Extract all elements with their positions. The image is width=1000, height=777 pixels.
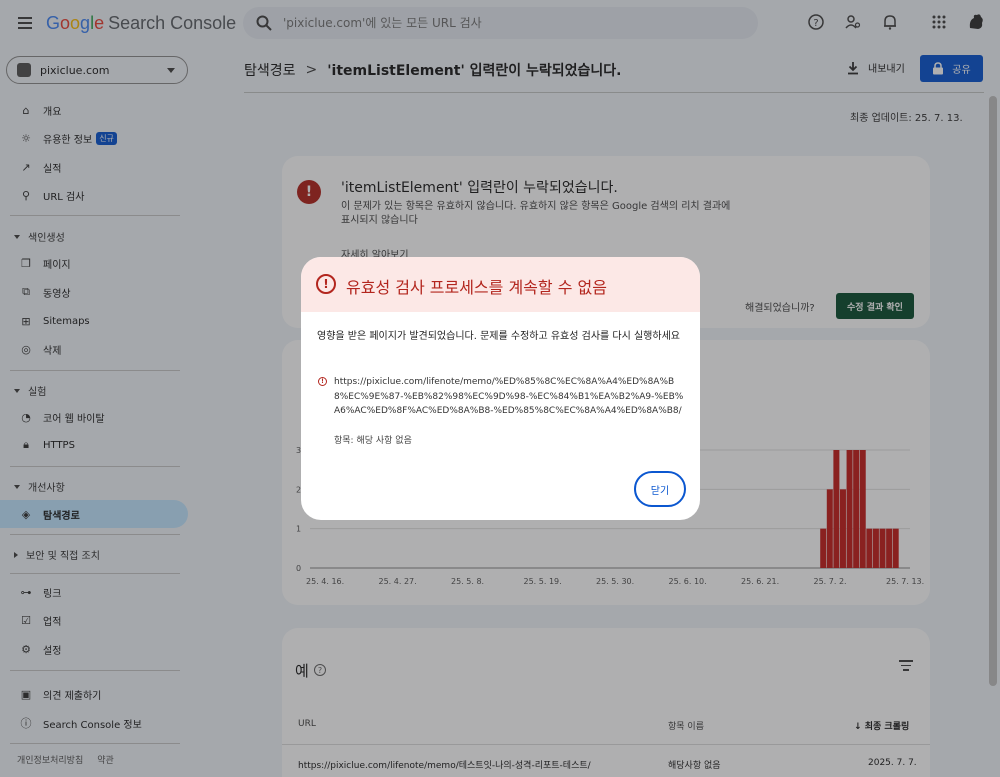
affected-url: https://pixiclue.com/lifenote/memo/%ED%8… bbox=[334, 377, 684, 416]
dialog-message: 영향을 받은 페이지가 발견되었습니다. 문제를 수정하고 유효성 검사를 다시… bbox=[317, 331, 680, 342]
close-button[interactable]: 닫기 bbox=[634, 471, 686, 507]
dialog-title: 유효성 검사 프로세스를 계속할 수 없음 bbox=[346, 278, 607, 297]
error-icon: ! bbox=[318, 377, 327, 386]
validation-error-dialog: ! 유효성 검사 프로세스를 계속할 수 없음 영향을 받은 페이지가 발견되었… bbox=[301, 257, 700, 520]
error-icon: ! bbox=[316, 274, 336, 294]
affected-item: 항목: 해당 사항 없음 bbox=[334, 436, 412, 446]
